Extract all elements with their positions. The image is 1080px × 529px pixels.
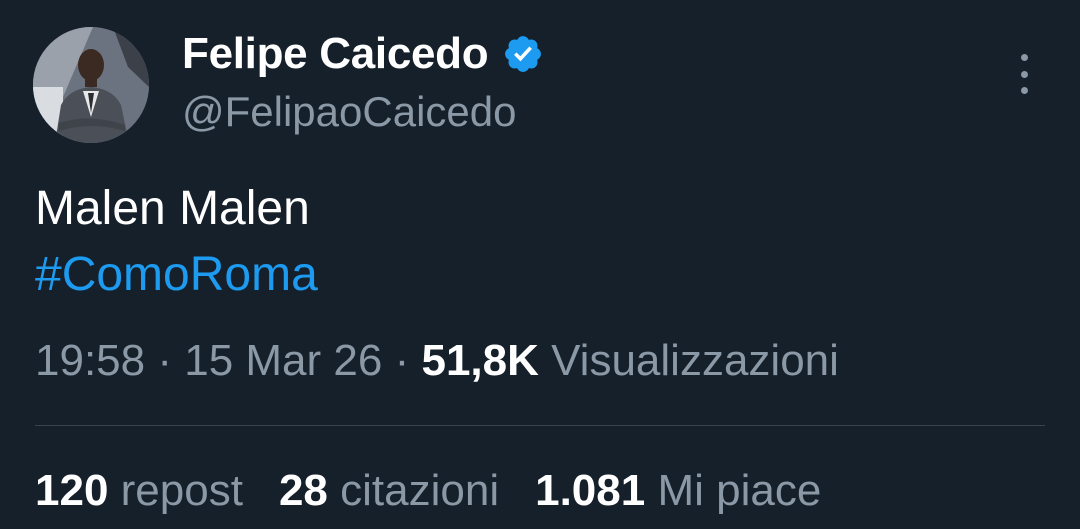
reposts-stat[interactable]: 120 repost — [35, 463, 243, 519]
meta-separator: · — [157, 336, 172, 385]
avatar-image — [33, 27, 149, 143]
likes-label: Mi piace — [657, 466, 822, 515]
tweet-text-line: Malen Malen — [35, 182, 310, 235]
author-display-name[interactable]: Felipe Caicedo — [182, 26, 489, 82]
views-count: 51,8K — [421, 336, 539, 385]
engagement-stats: 120 repost 28 citazioni 1.081 Mi piace — [35, 463, 821, 519]
more-options-icon[interactable] — [1006, 54, 1042, 94]
quotes-stat[interactable]: 28 citazioni — [279, 463, 499, 519]
tweet-text: Malen Malen #ComoRoma — [35, 176, 318, 308]
quotes-count: 28 — [278, 466, 328, 515]
tweet-date[interactable]: 15 Mar 26 — [184, 336, 382, 385]
likes-stat[interactable]: 1.081 Mi piace — [535, 463, 821, 519]
avatar[interactable] — [33, 27, 149, 143]
divider — [35, 425, 1045, 426]
hashtag-link[interactable]: #ComoRoma — [35, 242, 318, 308]
views-label: Visualizzazioni — [551, 336, 839, 385]
reposts-count: 120 — [35, 466, 109, 515]
likes-count: 1.081 — [535, 466, 646, 515]
reposts-label: repost — [120, 466, 243, 515]
author-handle[interactable]: @FelipaoCaicedo — [182, 86, 516, 138]
author-name-row: Felipe Caicedo — [182, 26, 544, 82]
quotes-label: citazioni — [340, 466, 500, 515]
tweet-time[interactable]: 19:58 — [35, 336, 145, 385]
verified-badge-icon — [505, 36, 542, 72]
tweet-meta: 19:58 · 15 Mar 26 · 51,8K Visualizzazion… — [35, 333, 839, 389]
meta-separator: · — [394, 336, 410, 385]
